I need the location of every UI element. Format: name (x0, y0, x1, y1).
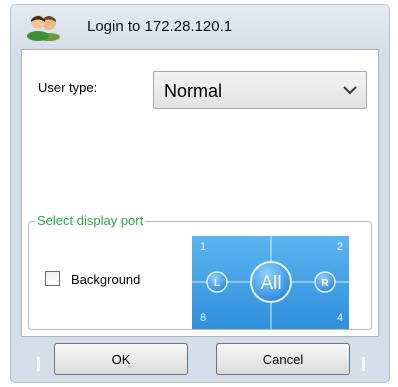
port-8-label: 8 (200, 312, 206, 324)
window-title: Login to 172.28.120.1 (87, 18, 233, 35)
user-type-value: Normal (164, 81, 223, 101)
port-all-button[interactable]: All (250, 261, 292, 303)
background-checkbox[interactable] (45, 271, 60, 286)
port-all-label: All (260, 273, 281, 294)
resize-grip-right (362, 357, 365, 371)
user-type-select[interactable]: Normal (153, 71, 367, 109)
port-2-label: 2 (337, 241, 343, 253)
port-4-label: 4 (337, 312, 343, 324)
port-1-label: 1 (200, 241, 206, 253)
port-right-button[interactable]: R (314, 271, 336, 293)
display-port-selector: 1 2 8 4 L R All (192, 236, 349, 329)
port-left-button[interactable]: L (206, 271, 228, 293)
user-type-label: User type: (38, 80, 98, 95)
title-bar: Login to 172.28.120.1 (11, 5, 389, 49)
display-port-group: Select display port Background 1 2 8 4 L… (28, 213, 372, 330)
login-dialog: Login to 172.28.120.1 User type: Normal … (10, 4, 390, 383)
ok-button[interactable]: OK (54, 343, 188, 375)
display-port-group-label: Select display port (35, 213, 146, 228)
background-label: Background (71, 272, 141, 287)
port-right-label: R (321, 278, 329, 289)
users-icon (27, 15, 60, 41)
port-left-label: L (214, 278, 220, 289)
dialog-content: User type: Normal Select display port Ba… (21, 49, 379, 337)
chevron-down-icon (343, 86, 357, 95)
resize-grip-left (37, 357, 40, 371)
cancel-button[interactable]: Cancel (216, 343, 350, 375)
